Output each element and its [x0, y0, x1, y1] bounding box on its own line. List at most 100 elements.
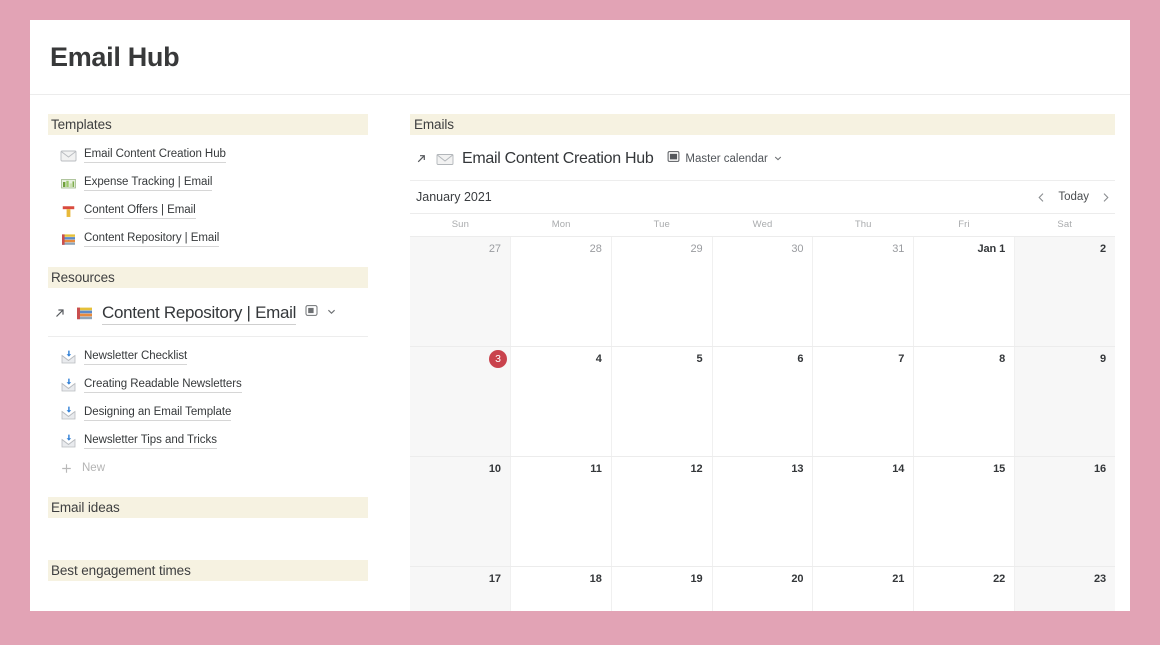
calendar-day-cell[interactable]: 6: [711, 347, 813, 456]
calendar-day-cell[interactable]: 9: [1014, 347, 1116, 456]
calendar-day-cell[interactable]: 23: [1014, 567, 1116, 611]
day-number: 16: [1093, 463, 1107, 475]
day-number: 12: [690, 463, 703, 475]
bar-chart-icon: [60, 175, 77, 192]
day-number: 11: [590, 463, 602, 475]
day-number: 4: [595, 353, 602, 365]
open-external-icon[interactable]: [415, 152, 428, 165]
calendar-day-cell[interactable]: 19: [610, 567, 712, 611]
calendar-day-cell[interactable]: 15: [913, 457, 1015, 566]
chevron-left-icon[interactable]: [1036, 191, 1047, 204]
calendar-week-row: 17 18 19 20 21 22 23: [410, 566, 1116, 611]
section-header-best-engagement-times: Best engagement times: [48, 560, 368, 581]
day-number: 23: [1093, 573, 1107, 585]
day-number: 9: [1099, 353, 1107, 365]
resource-item-label: Creating Readable Newsletters: [84, 377, 242, 393]
linked-database-header[interactable]: Email Content Creation Hub Master calend…: [410, 141, 1115, 176]
page-title: Email Hub: [50, 41, 180, 72]
template-link-row[interactable]: Content Repository | Email: [48, 225, 390, 253]
day-number: 19: [690, 573, 703, 585]
day-number: 7: [898, 353, 905, 365]
main-panel: Emails Email Content Creation Hub Master…: [390, 114, 1130, 611]
chevron-right-icon[interactable]: [1100, 191, 1111, 204]
resource-item-row[interactable]: Designing an Email Template: [48, 399, 390, 427]
page-view-icon[interactable]: [305, 304, 318, 322]
section-label: Email ideas: [51, 500, 120, 515]
day-header: Sun: [451, 219, 469, 230]
calendar-day-cell[interactable]: Jan 1: [913, 237, 1015, 346]
day-number: 6: [797, 353, 804, 365]
resource-item-row[interactable]: Newsletter Tips and Tricks: [48, 427, 390, 455]
divider: [48, 336, 368, 337]
calendar-navigation: Today: [1036, 191, 1111, 204]
template-link-label: Expense Tracking | Email: [84, 175, 212, 191]
chevron-down-icon[interactable]: [326, 304, 337, 322]
calendar-day-cell[interactable]: 11: [509, 457, 611, 566]
resource-item-row[interactable]: Creating Readable Newsletters: [48, 371, 390, 399]
calendar-day-cell[interactable]: 28: [509, 237, 611, 346]
today-button[interactable]: Today: [1058, 191, 1089, 203]
day-number: 5: [696, 353, 703, 365]
day-number: 10: [488, 463, 501, 475]
day-number: 22: [993, 573, 1006, 585]
calendar-day-cell[interactable]: 21: [812, 567, 914, 611]
section-label: Emails: [414, 117, 454, 132]
calendar-day-cell[interactable]: 20: [711, 567, 813, 611]
day-number: 13: [791, 463, 804, 475]
page-header: Email Hub: [30, 20, 1130, 95]
calendar-month-label: January 2021: [416, 190, 492, 204]
calendar-day-cell[interactable]: 30: [711, 237, 813, 346]
page-body: Templates Email Content Creation Hub Exp…: [30, 95, 1130, 611]
template-link-row[interactable]: Content Offers | Email: [48, 197, 390, 225]
day-number: 27: [488, 243, 501, 255]
calendar-day-cell[interactable]: 13: [711, 457, 813, 566]
template-link-row[interactable]: Expense Tracking | Email: [48, 169, 390, 197]
day-number: 21: [892, 573, 905, 585]
calendar-day-cell[interactable]: 7: [812, 347, 914, 456]
section-label: Resources: [51, 270, 115, 285]
calendar-day-cell[interactable]: 2: [1014, 237, 1116, 346]
calendar-day-cell[interactable]: 10: [410, 457, 510, 566]
table-icon: [60, 203, 77, 220]
calendar-day-cell[interactable]: 29: [610, 237, 712, 346]
chevron-down-icon[interactable]: [773, 150, 783, 168]
resource-database-link[interactable]: Content Repository | Email: [48, 296, 390, 330]
calendar-view-label: Master calendar: [685, 152, 768, 165]
calendar-day-cell-today[interactable]: 3: [410, 347, 510, 456]
calendar-day-cell[interactable]: 12: [610, 457, 712, 566]
calendar-day-cell[interactable]: 18: [509, 567, 611, 611]
day-number: 29: [690, 243, 703, 255]
template-link-label: Content Repository | Email: [84, 231, 219, 247]
day-number: 30: [791, 243, 804, 255]
new-item-button[interactable]: New: [48, 455, 390, 481]
section-label: Best engagement times: [51, 563, 191, 578]
linked-database-title: Email Content Creation Hub: [462, 149, 654, 167]
plus-icon: [59, 461, 74, 476]
calendar-day-cell[interactable]: 5: [610, 347, 712, 456]
calendar-day-cell[interactable]: 22: [913, 567, 1015, 611]
resource-database-title: Content Repository | Email: [102, 302, 296, 325]
calendar-toolbar: January 2021 Today: [410, 181, 1115, 213]
calendar-day-cell[interactable]: 17: [410, 567, 510, 611]
day-number: 17: [488, 573, 501, 585]
resource-item-label: Newsletter Checklist: [84, 349, 187, 365]
calendar-icon: [667, 150, 680, 168]
envelope-download-icon: [60, 377, 77, 394]
calendar-day-cell[interactable]: 31: [812, 237, 914, 346]
calendar-view-selector[interactable]: Master calendar: [667, 150, 782, 168]
day-header: Wed: [752, 219, 773, 230]
envelope-download-icon: [60, 433, 77, 450]
section-header-templates: Templates: [48, 114, 368, 135]
calendar-day-cell[interactable]: 8: [913, 347, 1015, 456]
resource-item-label: Designing an Email Template: [84, 405, 231, 421]
calendar-day-cell[interactable]: 4: [509, 347, 611, 456]
resource-item-row[interactable]: Newsletter Checklist: [48, 343, 390, 371]
books-icon: [75, 304, 94, 323]
calendar-day-cell[interactable]: 27: [410, 237, 510, 346]
section-header-resources: Resources: [48, 267, 368, 288]
day-number: 14: [892, 463, 905, 475]
envelope-download-icon: [60, 405, 77, 422]
calendar-day-cell[interactable]: 14: [812, 457, 914, 566]
template-link-row[interactable]: Email Content Creation Hub: [48, 141, 390, 169]
calendar-day-cell[interactable]: 16: [1014, 457, 1116, 566]
